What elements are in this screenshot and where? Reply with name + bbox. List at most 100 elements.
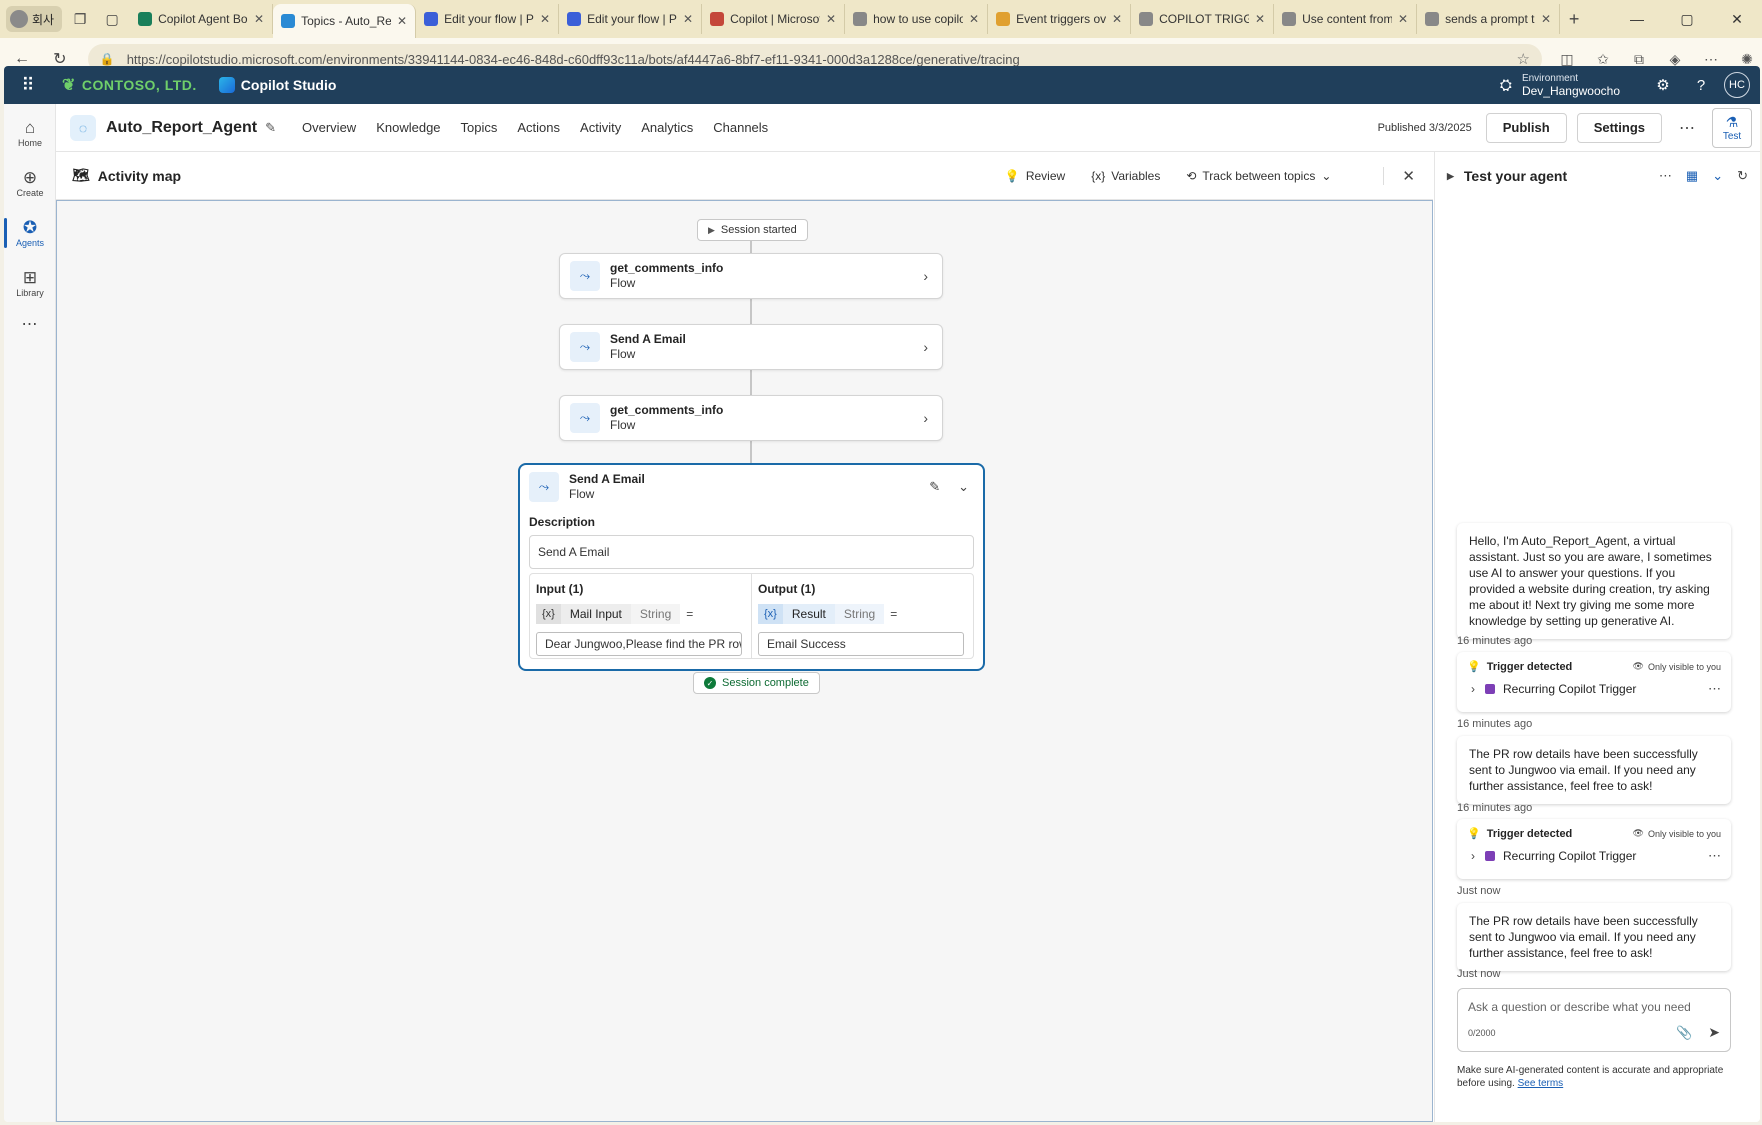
close-tab-icon[interactable]: ✕ <box>1398 12 1408 26</box>
close-tab-icon[interactable]: ✕ <box>826 12 836 26</box>
trigger-name: Recurring Copilot Trigger <box>1503 849 1637 863</box>
expand-chevron-icon[interactable]: › <box>1471 849 1475 863</box>
input-column: Input (1) {x} Mail Input String = Dear J… <box>530 574 751 658</box>
settings-button[interactable]: Settings <box>1576 112 1662 143</box>
browser-tab[interactable]: sends a prompt to specified ✕ <box>1417 4 1561 34</box>
close-tab-icon[interactable]: ✕ <box>1255 12 1265 26</box>
chevron-down-icon[interactable]: ⌄ <box>1712 168 1723 184</box>
chat-input[interactable] <box>1468 1000 1720 1014</box>
rail-item-home[interactable]: ⌂ Home <box>4 108 56 158</box>
flow-node[interactable]: ⤳ get_comments_info Flow › <box>559 395 943 441</box>
profile-avatar <box>10 10 28 28</box>
close-tab-icon[interactable]: ✕ <box>969 12 979 26</box>
output-variable-chip: {x} Result String = <box>758 604 967 624</box>
browser-tab-active[interactable]: Topics - Auto_Report_Agent ✕ <box>273 4 417 38</box>
close-tab-icon[interactable]: ✕ <box>540 12 550 26</box>
close-tab-icon[interactable]: ✕ <box>254 12 264 26</box>
browser-tab[interactable]: Edit your flow | Power Automate ✕ <box>559 4 703 34</box>
input-label: Input (1) <box>536 582 584 596</box>
browser-tab[interactable]: Use content from @(triggerBody()) ✕ <box>1274 4 1418 34</box>
product-name-link[interactable]: Copilot Studio <box>218 77 336 93</box>
send-icon[interactable]: ➤ <box>1708 1024 1720 1041</box>
tab-title: Copilot Agent BootCam <box>158 12 248 26</box>
flow-node[interactable]: ⤳ Send A Email Flow › <box>559 324 943 370</box>
session-started-label: Session started <box>720 224 797 236</box>
rail-item-create[interactable]: ⊕ Create <box>4 158 56 208</box>
variable-icon: {x} <box>758 604 783 624</box>
attach-icon[interactable]: 📎 <box>1676 1025 1692 1041</box>
browser-tab[interactable]: Edit your flow | Power Automate ✕ <box>416 4 560 34</box>
minimize-icon[interactable]: — <box>1612 0 1662 38</box>
test-panel-title: ▶ Test your agent <box>1447 168 1567 184</box>
lock-icon[interactable]: 🔒 <box>100 52 115 66</box>
chevron-right-icon[interactable]: › <box>923 268 928 284</box>
app-frame: ⠿ ❦ CONTOSO, LTD. Copilot Studio ⛭ Envir… <box>4 66 1760 1122</box>
browser-tab[interactable]: COPILOT TRIGGER RECURRENCE ✕ <box>1131 4 1275 34</box>
tab-knowledge[interactable]: Knowledge <box>366 120 450 135</box>
tab-favicon-icon <box>996 12 1011 26</box>
tab-favicon-icon <box>424 12 439 26</box>
flask-icon: ⚗ <box>1725 113 1739 130</box>
trigger-more-icon[interactable]: ⋯ <box>1708 681 1721 697</box>
publish-button[interactable]: Publish <box>1485 112 1567 143</box>
new-tab-icon[interactable]: + <box>1560 9 1588 30</box>
user-avatar[interactable]: HC <box>1724 72 1750 98</box>
review-button[interactable]: 💡 Review <box>1005 169 1065 183</box>
browser-tab[interactable]: how to use copilot trigger ✕ <box>845 4 989 34</box>
variables-label: Variables <box>1111 168 1161 183</box>
workspaces-icon[interactable]: ❐ <box>66 5 94 33</box>
see-terms-link[interactable]: See terms <box>1518 1078 1564 1089</box>
tab-title: Event triggers overview <box>1016 12 1107 26</box>
tab-overview[interactable]: Overview <box>292 120 366 135</box>
tab-activity[interactable]: Activity <box>570 120 631 135</box>
profile-button[interactable]: 회사 <box>6 6 63 32</box>
settings-gear-icon[interactable]: ⚙ <box>1644 76 1682 94</box>
restart-icon[interactable]: ↻ <box>1737 168 1748 184</box>
flow-node[interactable]: ⤳ get_comments_info Flow › <box>559 253 943 299</box>
browser-tab[interactable]: Copilot | Microsoft 365 ✕ <box>702 4 846 34</box>
activity-map-toggle-icon[interactable]: ▦ <box>1686 168 1698 184</box>
browser-tab[interactable]: Event triggers overview ✕ <box>988 4 1132 34</box>
rail-item-agents[interactable]: ✪ Agents <box>4 208 56 258</box>
close-tab-icon[interactable]: ✕ <box>683 12 693 26</box>
variable-icon: {x} <box>536 604 561 624</box>
tab-actions[interactable]: Actions <box>507 120 570 135</box>
variables-button[interactable]: {x} Variables <box>1091 169 1160 183</box>
chevron-right-icon[interactable]: › <box>923 410 928 426</box>
tab-analytics[interactable]: Analytics <box>631 120 703 135</box>
edit-agent-icon[interactable]: ✎ <box>265 120 276 136</box>
close-tab-icon[interactable]: ✕ <box>397 14 407 28</box>
help-icon[interactable]: ? <box>1682 77 1720 94</box>
copilot-studio-icon <box>218 77 235 93</box>
app-launcher-icon[interactable]: ⠿ <box>4 75 52 96</box>
browser-tab[interactable]: Copilot Agent BootCam ✕ <box>130 4 274 34</box>
trigger-icon <box>1485 684 1495 694</box>
session-complete-pill: ✓ Session complete <box>693 672 820 694</box>
edit-pencil-icon[interactable]: ✎ <box>929 479 940 495</box>
tab-topics[interactable]: Topics <box>451 120 508 135</box>
node-type: Flow <box>610 347 636 361</box>
expand-chevron-icon[interactable]: › <box>1471 682 1475 696</box>
environment-picker[interactable]: ⛭ Environment Dev_Hangwoocho <box>1500 73 1620 98</box>
more-options-icon[interactable]: ⋯ <box>1672 118 1702 138</box>
maximize-icon[interactable]: ▢ <box>1662 0 1712 38</box>
rail-item-label: Library <box>16 288 44 298</box>
expand-triangle-icon[interactable]: ▶ <box>1447 171 1454 182</box>
rail-item-library[interactable]: ⊞ Library <box>4 258 56 308</box>
tab-channels[interactable]: Channels <box>703 120 778 135</box>
close-tab-icon[interactable]: ✕ <box>1112 12 1122 26</box>
activity-map-canvas[interactable]: ▶ Session started ⤳ get_comments_info Flo… <box>56 200 1433 1122</box>
chevron-right-icon[interactable]: › <box>923 339 928 355</box>
track-between-topics-dropdown[interactable]: ⟲ Track between topics ⌄ <box>1186 169 1331 183</box>
close-tab-icon[interactable]: ✕ <box>1541 12 1551 26</box>
test-button[interactable]: ⚗ Test <box>1712 107 1752 148</box>
plus-circle-icon: ⊕ <box>22 168 38 187</box>
collapse-chevron-icon[interactable]: ⌄ <box>958 479 969 495</box>
rail-more-icon[interactable]: ⋯ <box>4 314 55 334</box>
close-activity-map-icon[interactable]: ✕ <box>1383 166 1415 185</box>
flow-icon: ⤳ <box>570 403 600 433</box>
more-options-icon[interactable]: ⋯ <box>1659 168 1672 184</box>
close-window-icon[interactable]: ✕ <box>1712 0 1762 38</box>
tab-actions-icon[interactable]: ▢ <box>98 5 126 33</box>
trigger-more-icon[interactable]: ⋯ <box>1708 848 1721 864</box>
